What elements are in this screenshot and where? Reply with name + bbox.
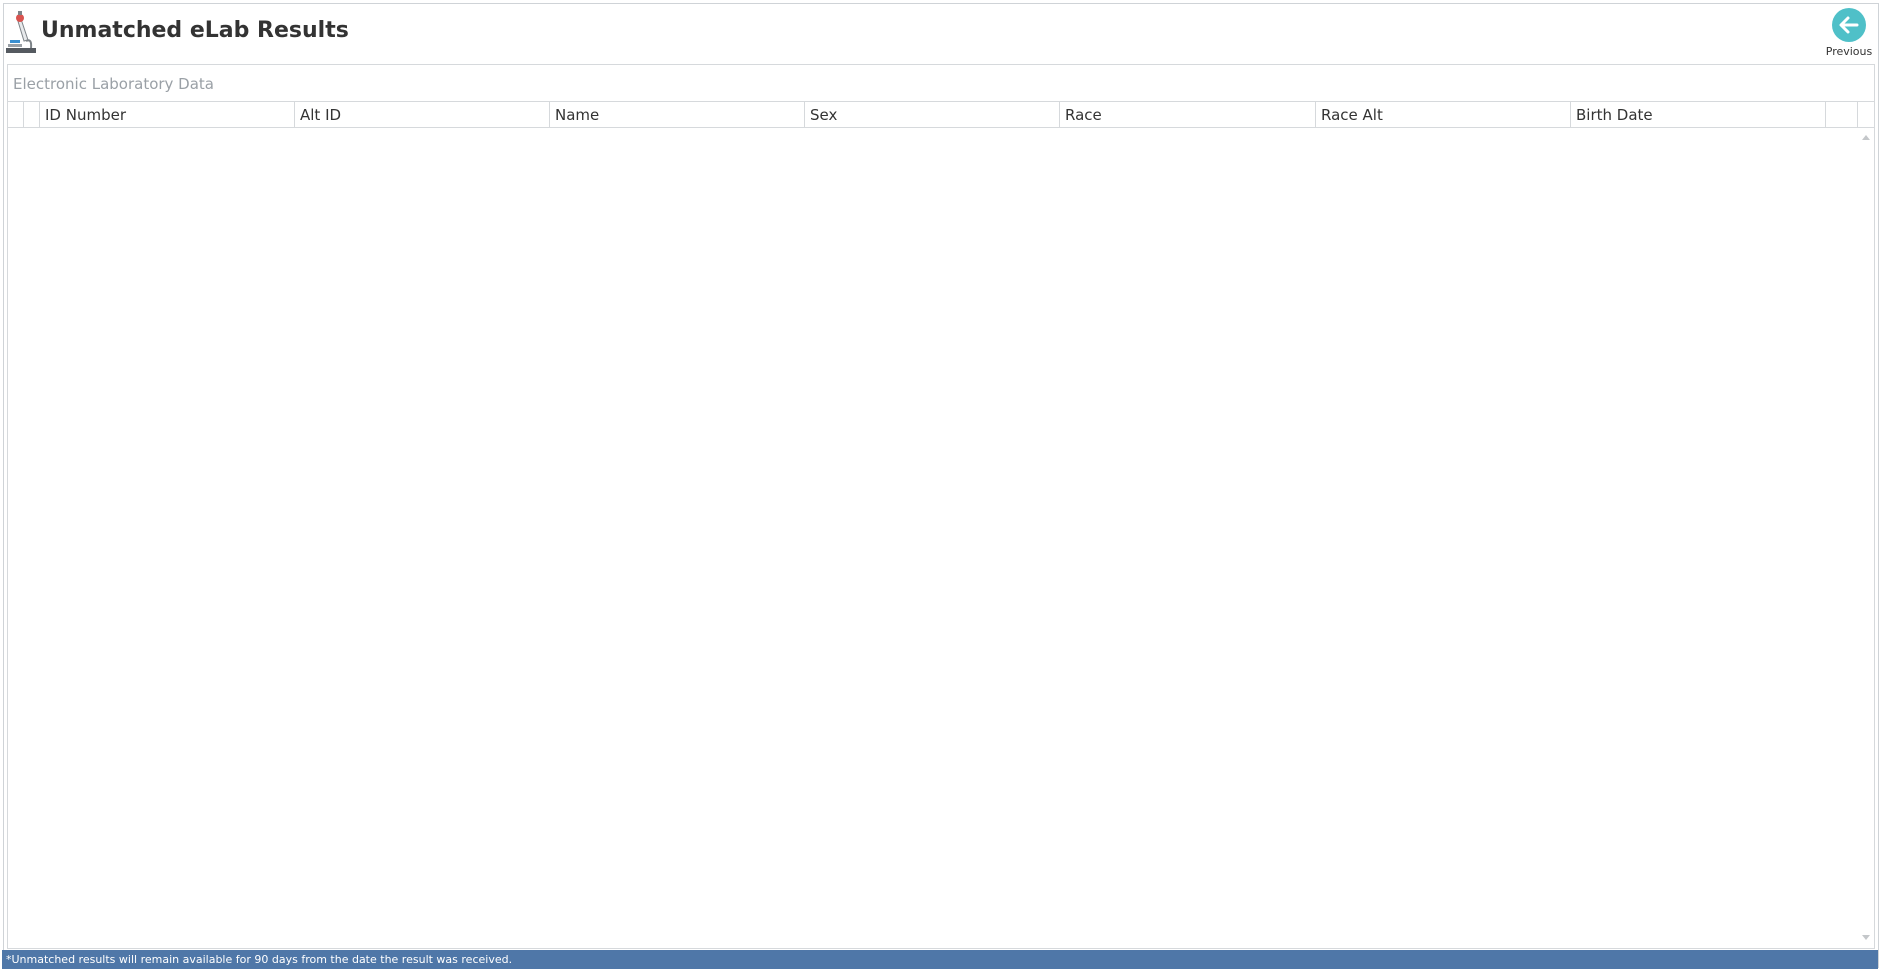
footer-note: *Unmatched results will remain available… bbox=[2, 950, 1878, 969]
panel-title: Electronic Laboratory Data bbox=[13, 75, 214, 93]
previous-button[interactable]: Previous bbox=[1820, 6, 1878, 60]
expand-column-header bbox=[24, 102, 40, 127]
grid-body bbox=[8, 128, 1874, 946]
column-header-race[interactable]: Race bbox=[1060, 102, 1316, 127]
vertical-scrollbar[interactable] bbox=[1858, 128, 1874, 946]
page-title: Unmatched eLab Results bbox=[41, 18, 349, 43]
column-header-filler bbox=[1826, 102, 1858, 127]
row-indicator-header bbox=[8, 102, 24, 127]
lab-results-grid: ID Number Alt ID Name Sex Race Race Alt … bbox=[8, 101, 1874, 948]
scroll-up-icon[interactable] bbox=[1862, 135, 1870, 140]
grid-header: ID Number Alt ID Name Sex Race Race Alt … bbox=[8, 102, 1874, 128]
page-header: Unmatched eLab Results Previous bbox=[0, 0, 1882, 64]
column-chooser[interactable] bbox=[1858, 102, 1874, 127]
column-header-name[interactable]: Name bbox=[550, 102, 805, 127]
electronic-laboratory-data-panel: Electronic Laboratory Data ID Number Alt… bbox=[7, 64, 1875, 949]
column-header-birth-date[interactable]: Birth Date bbox=[1571, 102, 1826, 127]
column-header-alt-id[interactable]: Alt ID bbox=[295, 102, 550, 127]
arrow-left-icon bbox=[1832, 8, 1866, 42]
microscope-icon bbox=[6, 10, 36, 56]
column-header-id-number[interactable]: ID Number bbox=[40, 102, 295, 127]
column-header-sex[interactable]: Sex bbox=[805, 102, 1060, 127]
scroll-down-icon[interactable] bbox=[1862, 935, 1870, 940]
column-header-race-alt[interactable]: Race Alt bbox=[1316, 102, 1571, 127]
previous-label: Previous bbox=[1825, 45, 1873, 58]
